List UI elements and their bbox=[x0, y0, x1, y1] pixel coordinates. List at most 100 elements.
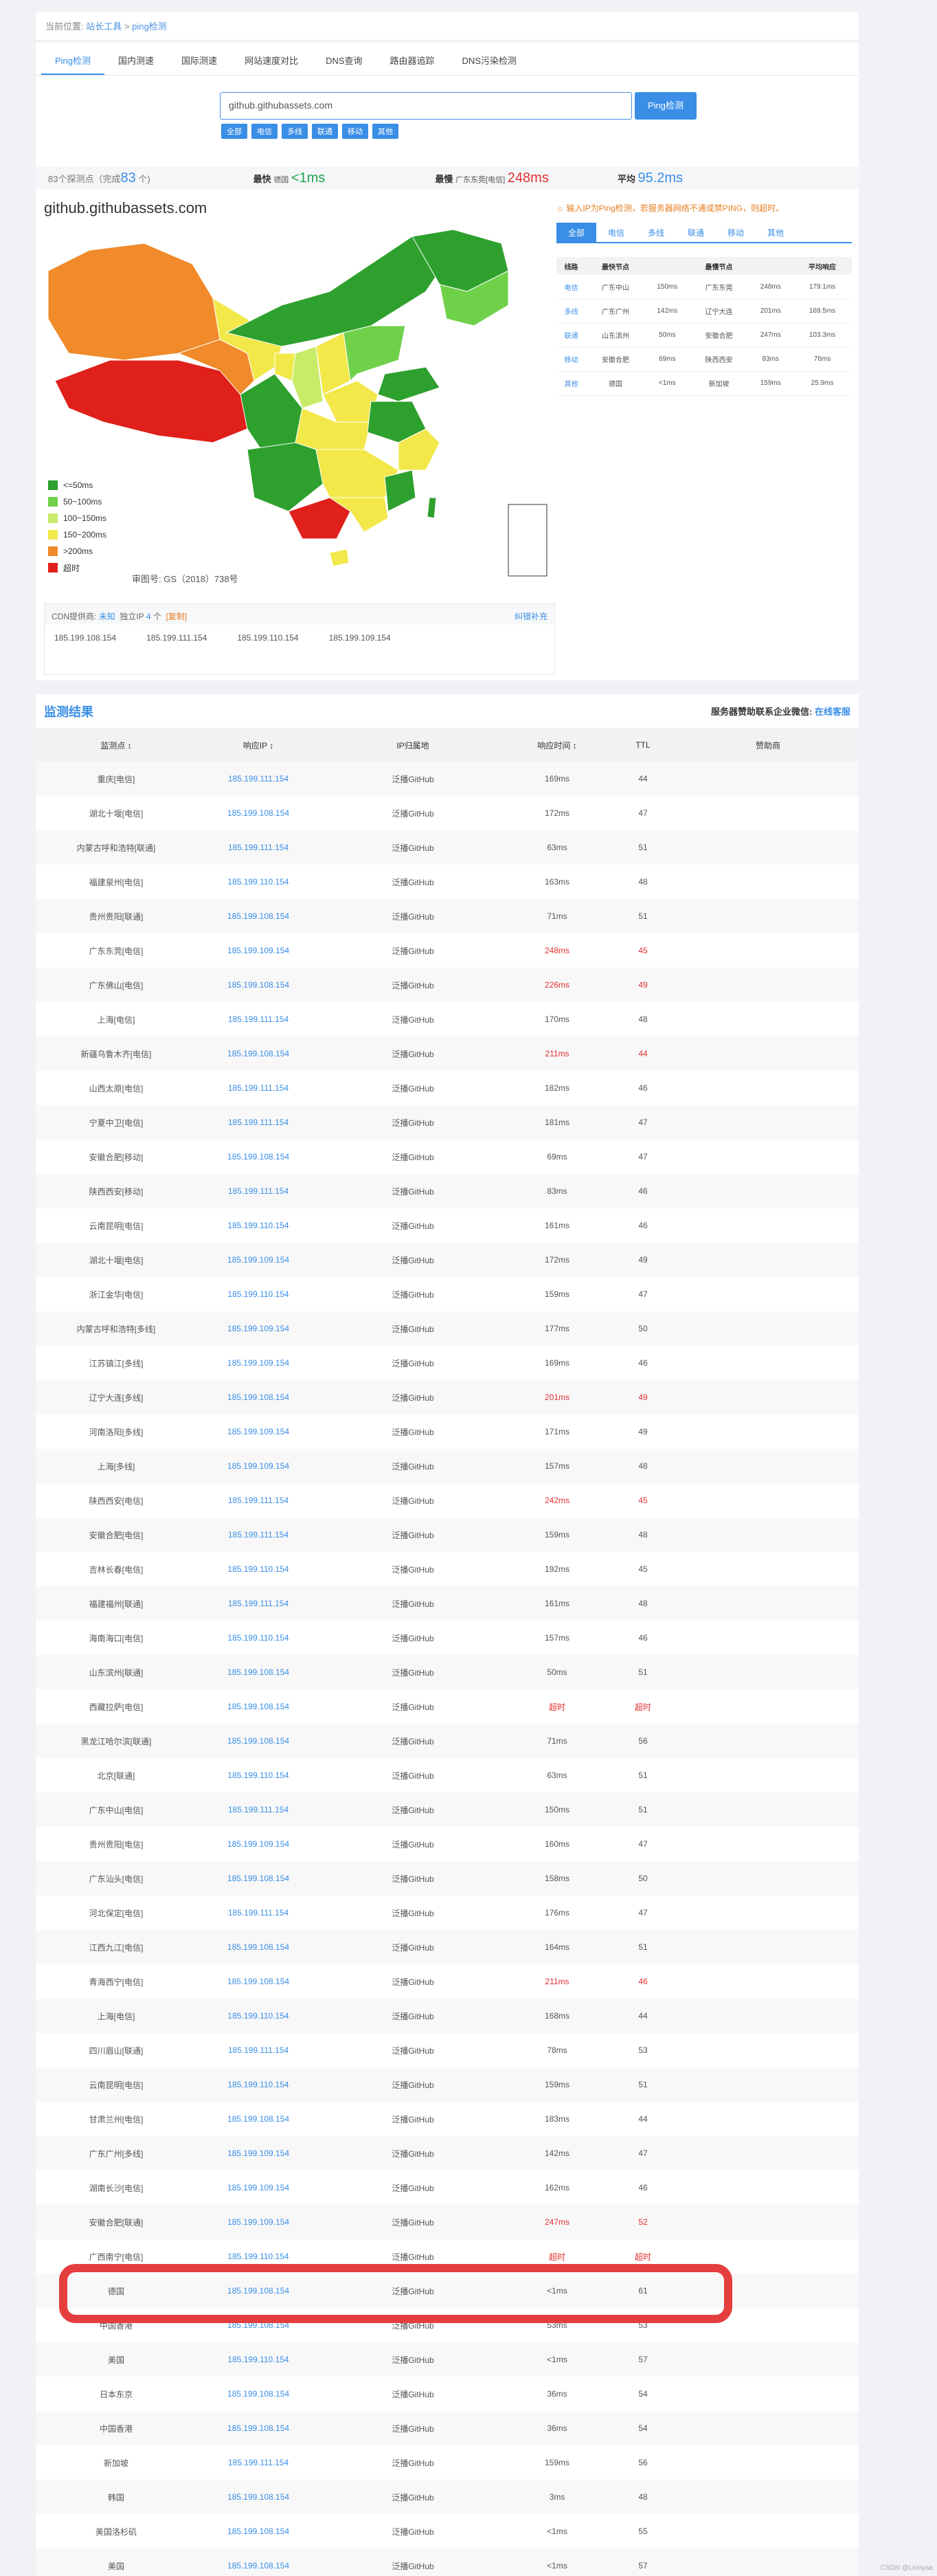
correction-link[interactable]: 纠错补充 bbox=[515, 610, 547, 622]
ip-cell[interactable]: 185.199.109.154 bbox=[196, 946, 320, 955]
line-summary-cell[interactable]: 多线 bbox=[556, 299, 586, 324]
chip-mobile[interactable]: 移动 bbox=[342, 124, 368, 139]
line-tab-all[interactable]: 全部 bbox=[556, 223, 596, 242]
ip-cell[interactable]: 185.199.110.154 bbox=[196, 1770, 320, 1780]
line-summary-cell[interactable]: 移动 bbox=[556, 347, 586, 372]
tab-traceroute[interactable]: 路由器追踪 bbox=[376, 43, 449, 75]
tab-ping[interactable]: Ping检测 bbox=[41, 43, 105, 75]
ip-cell[interactable]: 185.199.110.154 bbox=[196, 1564, 320, 1574]
node-cell: 福建泉州[电信] bbox=[89, 877, 144, 887]
ip-cell[interactable]: 185.199.108.154 bbox=[196, 1736, 320, 1746]
ip-cell[interactable]: 185.199.111.154 bbox=[196, 1599, 320, 1608]
line-tab-telecom[interactable]: 电信 bbox=[596, 223, 636, 242]
ip-cell[interactable]: 185.199.109.154 bbox=[196, 1461, 320, 1471]
node-cell: 美国洛杉矶 bbox=[95, 2527, 137, 2537]
ip-cell[interactable]: 185.199.109.154 bbox=[196, 1255, 320, 1265]
ip-cell[interactable]: 185.199.111.154 bbox=[196, 1186, 320, 1196]
ip-cell[interactable]: 185.199.109.154 bbox=[196, 2183, 320, 2192]
ip-cell[interactable]: 185.199.108.154 bbox=[196, 911, 320, 921]
ip-cell[interactable]: 185.199.109.154 bbox=[196, 1427, 320, 1436]
search-input[interactable]: github.githubassets.com bbox=[220, 92, 632, 120]
ip-cell[interactable]: 185.199.109.154 bbox=[196, 2148, 320, 2158]
ip-cell[interactable]: 185.199.108.154 bbox=[196, 2423, 320, 2433]
ping-button[interactable]: Ping检测 bbox=[635, 92, 697, 120]
line-summary-cell[interactable]: 联通 bbox=[556, 323, 586, 348]
ip-cell[interactable]: 185.199.110.154 bbox=[196, 1221, 320, 1230]
copy-link[interactable]: [复制] bbox=[166, 612, 188, 621]
ip-cell[interactable]: 185.199.111.154 bbox=[196, 1014, 320, 1024]
col-ip[interactable]: 响应IP ↕ bbox=[196, 740, 320, 751]
tab-dns[interactable]: DNS查询 bbox=[312, 43, 376, 75]
chip-other[interactable]: 其他 bbox=[372, 124, 398, 139]
online-service-link[interactable]: 在线客服 bbox=[815, 707, 850, 717]
line-summary-cell[interactable]: 其他 bbox=[556, 371, 586, 396]
ttl-cell: 44 bbox=[638, 2114, 648, 2124]
ip-cell[interactable]: 185.199.110.154 bbox=[196, 877, 320, 887]
response-time-cell: 71ms bbox=[547, 1736, 567, 1746]
ip-cell[interactable]: 185.199.111.154 bbox=[196, 1083, 320, 1093]
ip-cell[interactable]: 185.199.108.154 bbox=[196, 2389, 320, 2399]
ip-cell[interactable]: 185.199.110.154 bbox=[196, 1633, 320, 1643]
chip-multi[interactable]: 多线 bbox=[282, 124, 308, 139]
chip-unicom[interactable]: 联通 bbox=[312, 124, 338, 139]
ip-cell[interactable]: 185.199.111.154 bbox=[196, 1496, 320, 1505]
ip-location-cell: 泛播GitHub bbox=[392, 1736, 434, 1746]
ip-cell[interactable]: 185.199.108.154 bbox=[196, 1049, 320, 1058]
ip-cell[interactable]: 185.199.111.154 bbox=[196, 1530, 320, 1540]
table-row: 湖北十堰[电信] 185.199.109.154 泛播GitHub 172ms 49 bbox=[36, 1243, 859, 1277]
breadcrumb-site-link[interactable]: 站长工具 bbox=[86, 21, 122, 32]
line-summary-row: 联通 山东滨州 50ms 安徽合肥 247ms 103.3ms bbox=[556, 323, 852, 348]
ip-cell[interactable]: 185.199.108.154 bbox=[196, 1977, 320, 1986]
tab-speed-compare[interactable]: 网站速度对比 bbox=[231, 43, 312, 75]
line-summary-cell[interactable]: 电信 bbox=[556, 275, 586, 300]
ip-location-cell: 泛播GitHub bbox=[392, 1427, 434, 1437]
legend-swatch-3 bbox=[48, 513, 58, 523]
ip-cell[interactable]: 185.199.108.154 bbox=[196, 2114, 320, 2124]
table-row: 新加坡 185.199.111.154 泛播GitHub 159ms 56 bbox=[36, 2445, 859, 2480]
ip-cell[interactable]: 185.199.110.154 bbox=[196, 2080, 320, 2089]
line-tab-multi[interactable]: 多线 bbox=[636, 223, 676, 242]
ip-cell[interactable]: 185.199.110.154 bbox=[196, 2355, 320, 2364]
ip-cell[interactable]: 185.199.109.154 bbox=[196, 1358, 320, 1368]
ip-cell[interactable]: 185.199.108.154 bbox=[196, 2492, 320, 2502]
line-tab-mobile[interactable]: 移动 bbox=[716, 223, 756, 242]
ip-cell[interactable]: 185.199.110.154 bbox=[196, 2252, 320, 2261]
ip-cell[interactable]: 185.199.109.154 bbox=[196, 1839, 320, 1849]
ip-cell[interactable]: 185.199.108.154 bbox=[196, 980, 320, 990]
ip-cell[interactable]: 185.199.108.154 bbox=[196, 1702, 320, 1711]
ip-cell[interactable]: 185.199.108.154 bbox=[196, 2561, 320, 2571]
ip-location-cell: 泛播GitHub bbox=[392, 1461, 434, 1472]
ip-cell[interactable]: 185.199.109.154 bbox=[196, 1324, 320, 1333]
chip-all[interactable]: 全部 bbox=[221, 124, 247, 139]
line-tab-other[interactable]: 其他 bbox=[756, 223, 795, 242]
ip-cell[interactable]: 185.199.110.154 bbox=[196, 1289, 320, 1299]
ip-cell[interactable]: 185.199.109.154 bbox=[196, 2217, 320, 2227]
ip-cell[interactable]: 185.199.111.154 bbox=[196, 774, 320, 784]
ip-cell[interactable]: 185.199.108.154 bbox=[196, 808, 320, 818]
col-response-time[interactable]: 响应时间 ↕ bbox=[506, 740, 609, 751]
tab-dns-pollution[interactable]: DNS污染检测 bbox=[449, 43, 530, 75]
ip-cell[interactable]: 185.199.108.154 bbox=[196, 2527, 320, 2536]
breadcrumb-current-link[interactable]: ping检测 bbox=[132, 21, 167, 32]
ip-cell[interactable]: 185.199.108.154 bbox=[196, 1392, 320, 1402]
node-cell: 西藏拉萨[电信] bbox=[89, 1702, 144, 1712]
ip-cell[interactable]: 185.199.108.154 bbox=[196, 1667, 320, 1677]
ip-location-cell: 泛播GitHub bbox=[392, 1633, 434, 1643]
ip-cell[interactable]: 185.199.110.154 bbox=[196, 2011, 320, 2021]
ip-cell[interactable]: 185.199.108.154 bbox=[196, 1874, 320, 1883]
tab-domestic[interactable]: 国内测速 bbox=[104, 43, 168, 75]
response-time-cell: 161ms bbox=[544, 1599, 570, 1608]
ip-cell[interactable]: 185.199.111.154 bbox=[196, 1805, 320, 1814]
ip-cell[interactable]: 185.199.111.154 bbox=[196, 1908, 320, 1918]
chip-telecom[interactable]: 电信 bbox=[251, 124, 278, 139]
ip-cell[interactable]: 185.199.111.154 bbox=[196, 843, 320, 852]
col-node[interactable]: 监测点 ↕ bbox=[36, 740, 196, 751]
tab-international[interactable]: 国际测速 bbox=[168, 43, 231, 75]
ip-cell[interactable]: 185.199.111.154 bbox=[196, 1118, 320, 1127]
line-tab-unicom[interactable]: 联通 bbox=[676, 223, 716, 242]
ip-cell[interactable]: 185.199.111.154 bbox=[196, 2458, 320, 2467]
ip-cell[interactable]: 185.199.111.154 bbox=[196, 2045, 320, 2055]
ip-cell[interactable]: 185.199.108.154 bbox=[196, 1942, 320, 1952]
ttl-cell: 46 bbox=[638, 2183, 648, 2192]
ip-cell[interactable]: 185.199.108.154 bbox=[196, 1152, 320, 1162]
